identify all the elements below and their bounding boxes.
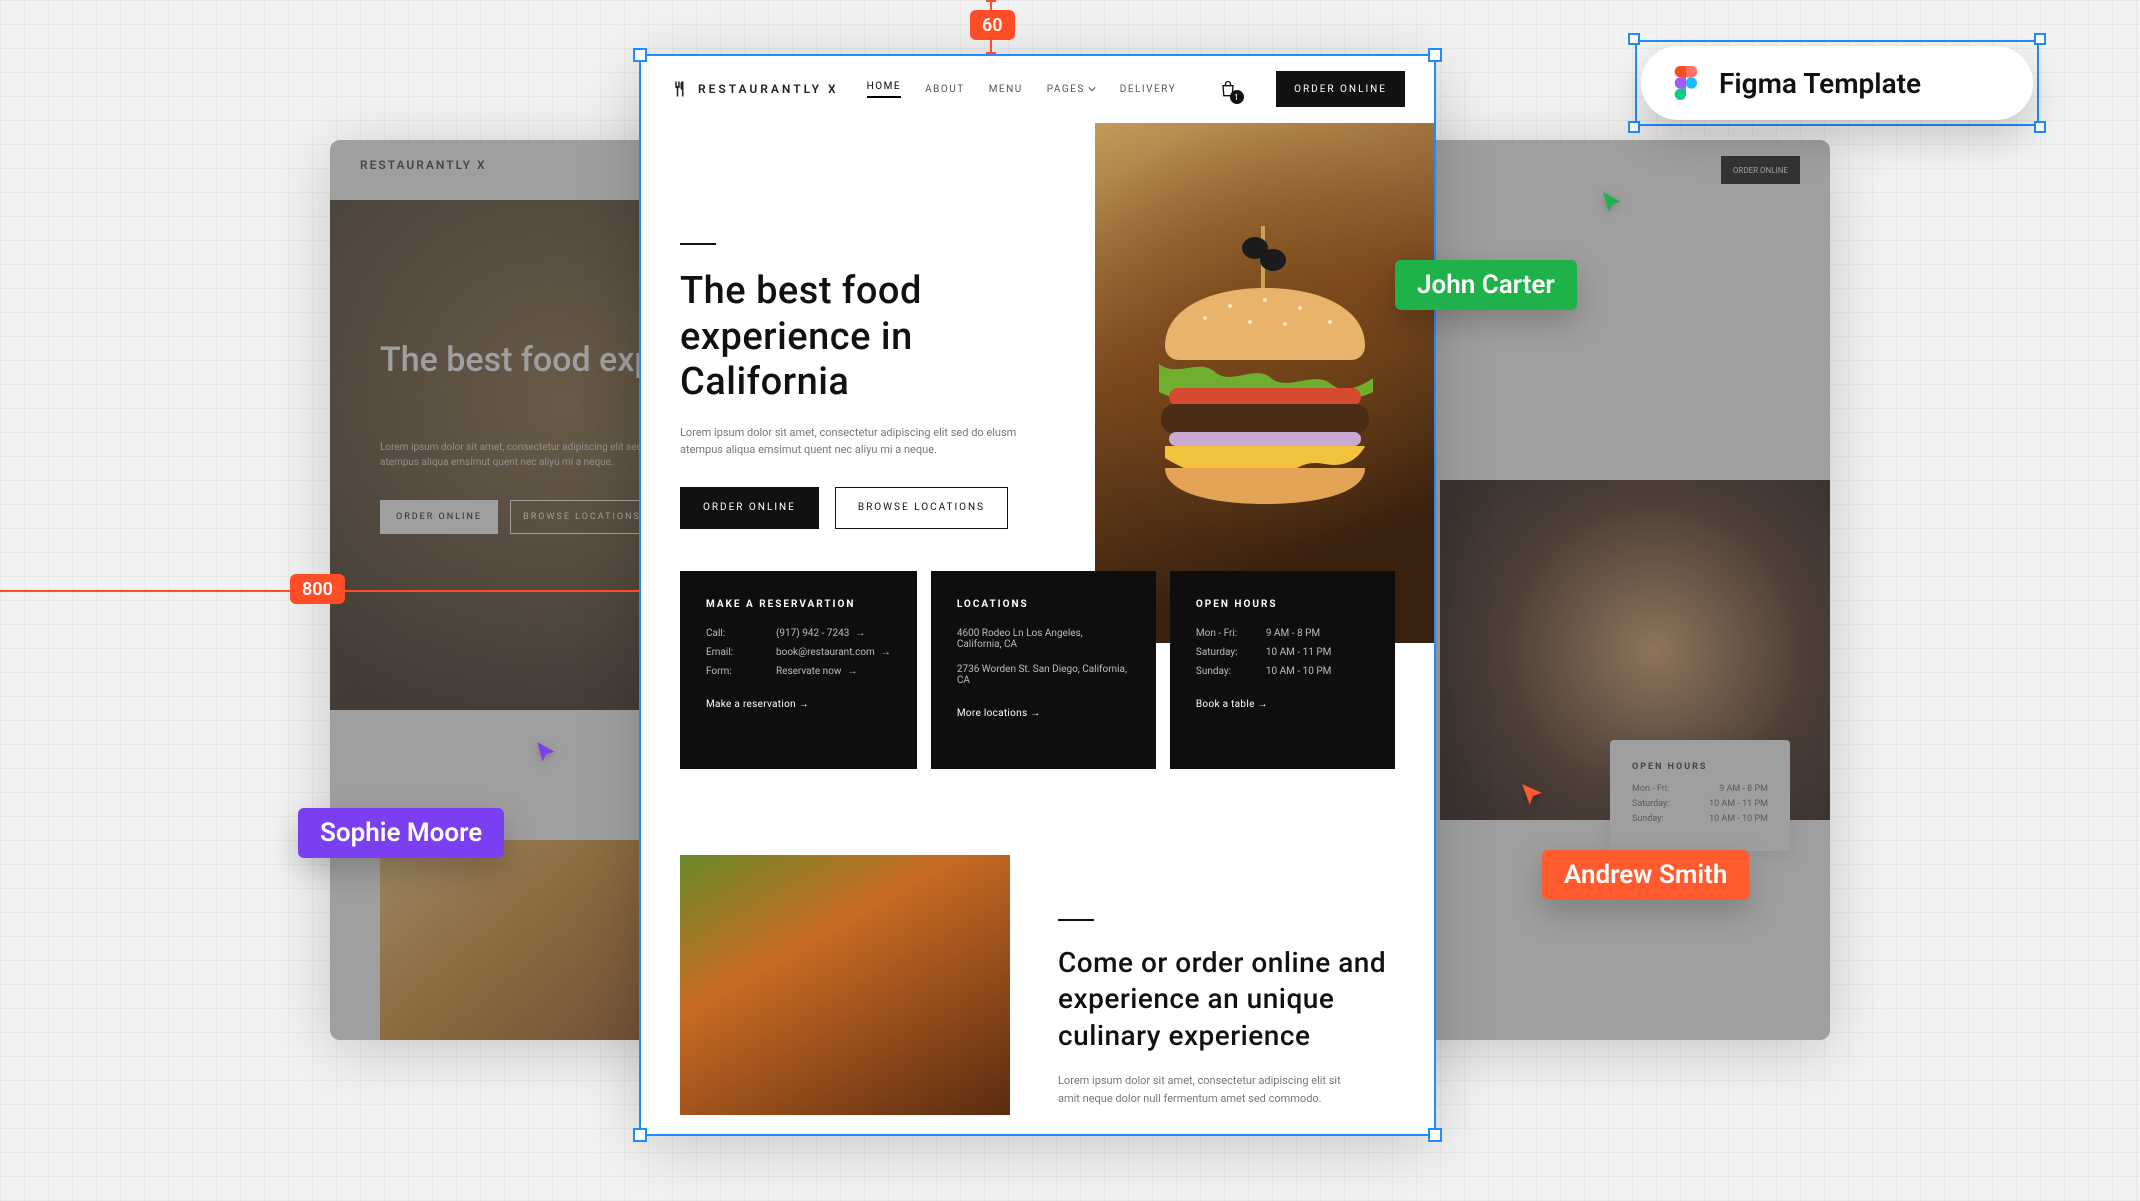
cursor-sophie (534, 740, 560, 770)
nav-pages[interactable]: PAGES (1047, 84, 1096, 95)
info-cards-row: MAKE A RESERVARTION Call: (917) 942 - 72… (680, 571, 1395, 769)
resize-handle[interactable] (1628, 33, 1640, 45)
order-online-button[interactable]: ORDER ONLINE (1721, 156, 1800, 184)
order-online-button[interactable]: ORDER ONLINE (1276, 71, 1405, 107)
hero-image (1095, 123, 1435, 643)
hero-section: The best food experience in California L… (640, 123, 1435, 643)
lower-section: Come or order online and experience an u… (680, 855, 1395, 1115)
card-link[interactable]: Make a reservation → (706, 699, 891, 710)
utensils-icon (670, 80, 688, 98)
cursor-label-sophie: Sophie Moore (298, 808, 504, 858)
cart-icon[interactable]: 1 (1216, 77, 1240, 101)
card-title: LOCATIONS (957, 599, 1130, 610)
card-title: OPEN HOURS (1196, 599, 1369, 610)
brand-name: RESTAURANTLY X (698, 82, 839, 96)
figma-template-badge-selection: Figma Template (1635, 40, 2039, 126)
divider (680, 243, 716, 245)
resize-handle[interactable] (2034, 121, 2046, 133)
nav-menu[interactable]: MENU (989, 84, 1023, 95)
measurement-label-top: 60 (970, 10, 1015, 40)
figma-template-badge[interactable]: Figma Template (1641, 46, 2033, 120)
brand-logo: RESTAURANTLY X (360, 158, 487, 172)
cursor-andrew (1520, 782, 1546, 812)
chevron-down-icon (1088, 85, 1096, 93)
browse-locations-button[interactable]: BROWSE LOCATIONS (835, 487, 1008, 529)
cart-badge: 1 (1230, 90, 1244, 104)
nav-home[interactable]: HOME (867, 81, 901, 98)
hero-headline: The best food experience in California (680, 269, 1060, 406)
measurement-label-left: 800 (290, 574, 345, 604)
figma-logo-icon (1669, 66, 1703, 100)
card-title: OPEN HOURS (1632, 762, 1768, 772)
reservation-card: MAKE A RESERVARTION Call: (917) 942 - 72… (680, 571, 917, 769)
burger-illustration (1135, 218, 1395, 518)
resize-handle[interactable] (2034, 33, 2046, 45)
figma-template-label: Figma Template (1719, 67, 1921, 100)
browse-locations-button[interactable]: BROWSE LOCATIONS (510, 500, 654, 534)
resize-handle[interactable] (1628, 121, 1640, 133)
cursor-john (1600, 190, 1626, 220)
card-link[interactable]: Book a table → (1196, 699, 1369, 710)
open-hours-card: OPEN HOURS Mon - Fri:9 AM - 8 PM Saturda… (1170, 571, 1395, 769)
artboard-center-selected[interactable]: RESTAURANTLY X HOME ABOUT MENU PAGES DEL… (640, 55, 1435, 1135)
lower-headline: Come or order online and experience an u… (1058, 945, 1395, 1054)
order-online-button[interactable]: ORDER ONLINE (680, 487, 819, 529)
cursor-label-andrew: Andrew Smith (1542, 850, 1749, 900)
nav-about[interactable]: ABOUT (925, 84, 965, 95)
top-nav: RESTAURANTLY X HOME ABOUT MENU PAGES DEL… (640, 55, 1435, 123)
food-image-steak (1440, 480, 1830, 820)
locations-card: LOCATIONS 4600 Rodeo Ln Los Angeles, Cal… (931, 571, 1156, 769)
brand-logo[interactable]: RESTAURANTLY X (670, 80, 839, 98)
divider (1058, 919, 1094, 921)
food-image-wings (680, 855, 1010, 1115)
nav-delivery[interactable]: DELIVERY (1120, 84, 1176, 95)
nav-links: HOME ABOUT MENU PAGES DELIVERY 1 ORDER O… (867, 71, 1405, 107)
order-online-button[interactable]: ORDER ONLINE (380, 500, 498, 534)
open-hours-card: OPEN HOURS Mon - Fri:9 AM - 8 PM Saturda… (1610, 740, 1790, 851)
cursor-label-john: John Carter (1395, 260, 1577, 310)
lower-subtext: Lorem ipsum dolor sit amet, consectetur … (1058, 1072, 1358, 1107)
card-title: MAKE A RESERVARTION (706, 599, 891, 610)
card-link[interactable]: More locations → (957, 708, 1130, 719)
hero-subtext: Lorem ipsum dolor sit amet, consectetur … (680, 424, 1060, 459)
